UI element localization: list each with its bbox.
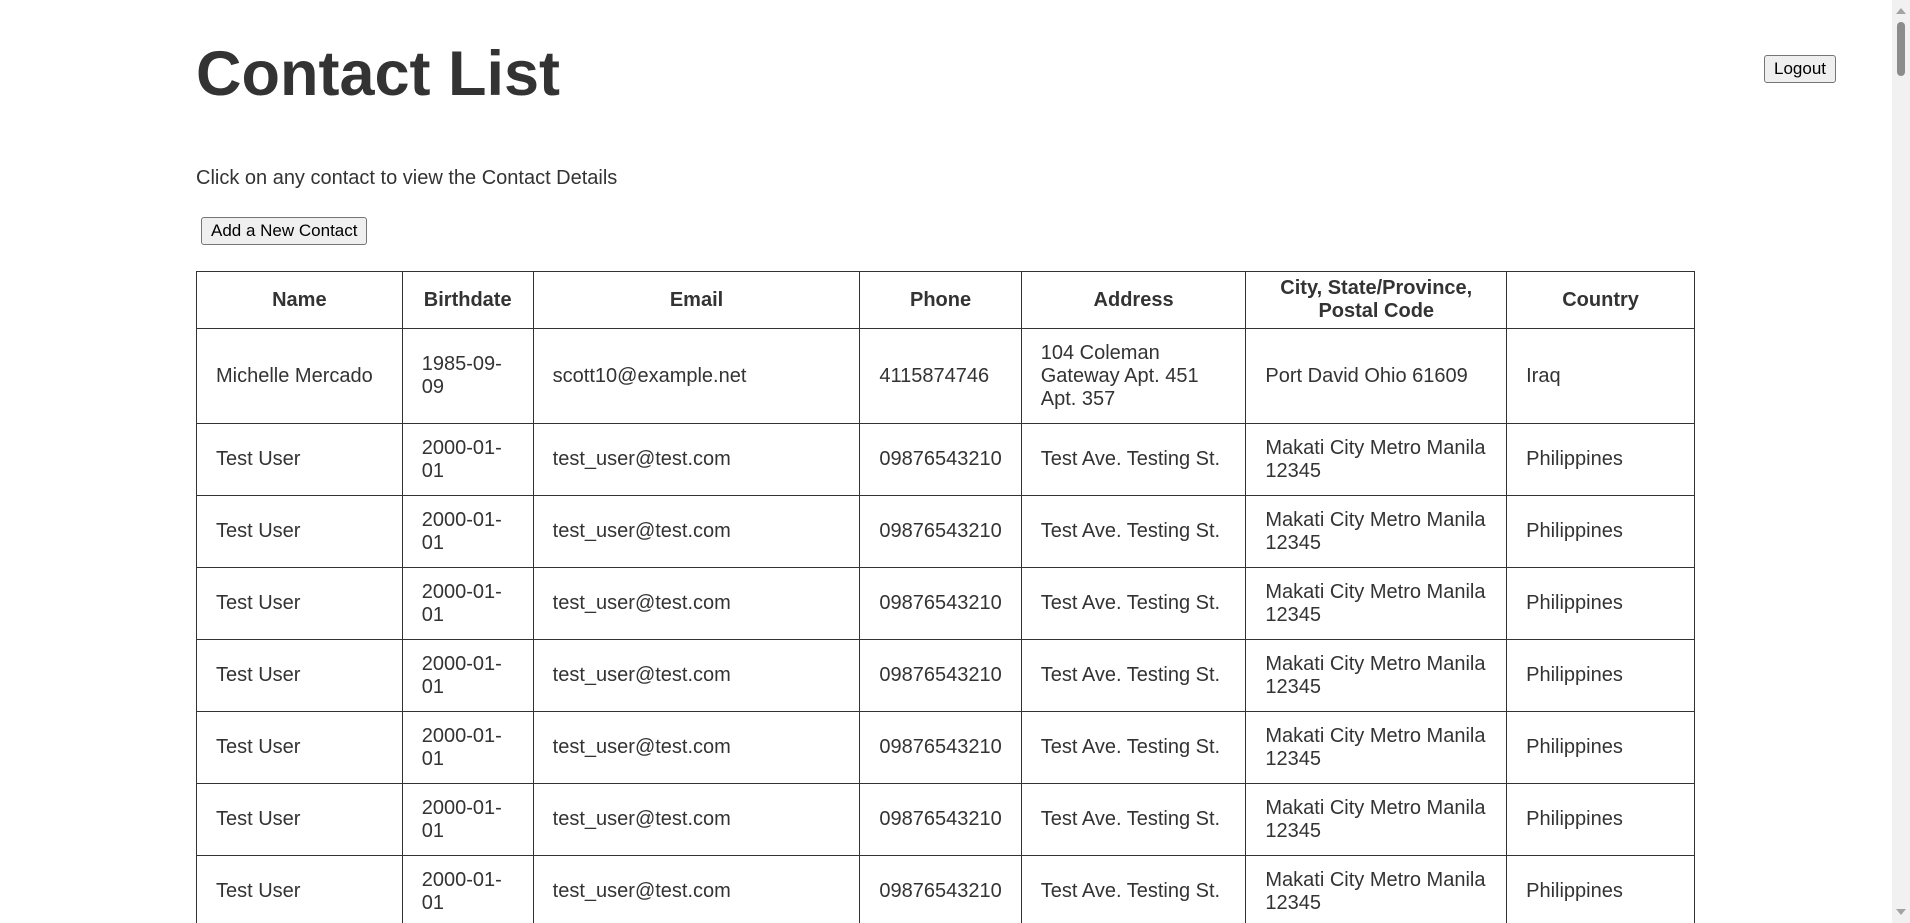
table-row[interactable]: Test User 2000-01-01 test_user@test.com 098…: [196, 639, 1695, 712]
column-header-birthdate: Birthdate: [401, 271, 534, 329]
cell-birthdate: 2000-01-01: [401, 423, 534, 496]
column-header-phone: Phone: [859, 271, 1022, 329]
cell-country: Philippines: [1506, 639, 1695, 712]
column-header-city-state-postal: City, State/Province, Postal Code: [1245, 271, 1508, 329]
table-row[interactable]: Test User 2000-01-01 test_user@test.com 098…: [196, 495, 1695, 568]
cell-email: test_user@test.com: [532, 423, 861, 496]
cell-email: test_user@test.com: [532, 711, 861, 784]
header: Contact List Logout: [196, 38, 1836, 118]
cell-birthdate: 2000-01-01: [401, 495, 534, 568]
cell-address: Test Ave. Testing St.: [1020, 783, 1247, 856]
cell-country: Philippines: [1506, 711, 1695, 784]
cell-country: Philippines: [1506, 567, 1695, 640]
scroll-up-arrow-icon[interactable]: [1896, 8, 1906, 14]
cell-phone: 09876543210: [859, 711, 1022, 784]
table-row[interactable]: Test User 2000-01-01 test_user@test.com 098…: [196, 855, 1695, 923]
cell-city-state-postal: Port David Ohio 61609: [1245, 328, 1508, 424]
cell-email: test_user@test.com: [532, 783, 861, 856]
cell-phone: 09876543210: [859, 423, 1022, 496]
page-title: Contact List: [196, 39, 561, 109]
cell-birthdate: 2000-01-01: [401, 855, 534, 923]
header-row: Name Birthdate Email Phone Address City,…: [196, 271, 1695, 329]
cell-country: Philippines: [1506, 423, 1695, 496]
cell-birthdate: 2000-01-01: [401, 639, 534, 712]
scroll-down-arrow-icon[interactable]: [1896, 909, 1906, 915]
cell-address: Test Ave. Testing St.: [1020, 711, 1247, 784]
cell-address: 104 Coleman Gateway Apt. 451 Apt. 357: [1020, 328, 1247, 424]
cell-city-state-postal: Makati City Metro Manila 12345: [1245, 495, 1508, 568]
cell-email: test_user@test.com: [532, 567, 861, 640]
cell-name: Michelle Mercado: [196, 328, 403, 424]
cell-name: Test User: [196, 423, 403, 496]
page: Contact List Logout Click on any contact…: [0, 0, 1910, 923]
cell-birthdate: 2000-01-01: [401, 567, 534, 640]
column-header-name: Name: [196, 271, 403, 329]
column-header-address: Address: [1020, 271, 1247, 329]
cell-email: test_user@test.com: [532, 495, 861, 568]
logout-button[interactable]: Logout: [1764, 55, 1836, 83]
table-row[interactable]: Test User 2000-01-01 test_user@test.com 098…: [196, 711, 1695, 784]
table-row[interactable]: Test User 2000-01-01 test_user@test.com 098…: [196, 567, 1695, 640]
cell-city-state-postal: Makati City Metro Manila 12345: [1245, 783, 1508, 856]
cell-phone: 09876543210: [859, 855, 1022, 923]
cell-address: Test Ave. Testing St.: [1020, 495, 1247, 568]
cell-phone: 4115874746: [859, 328, 1022, 424]
cell-phone: 09876543210: [859, 495, 1022, 568]
cell-address: Test Ave. Testing St.: [1020, 639, 1247, 712]
cell-birthdate: 2000-01-01: [401, 783, 534, 856]
cell-name: Test User: [196, 711, 403, 784]
cell-phone: 09876543210: [859, 567, 1022, 640]
table-header: Name Birthdate Email Phone Address City,…: [196, 271, 1695, 329]
table-row[interactable]: Test User 2000-01-01 test_user@test.com 098…: [196, 423, 1695, 496]
table-row[interactable]: Test User 2000-01-01 test_user@test.com 098…: [196, 783, 1695, 856]
cell-address: Test Ave. Testing St.: [1020, 567, 1247, 640]
cell-address: Test Ave. Testing St.: [1020, 423, 1247, 496]
table-row[interactable]: Michelle Mercado 1985-09-09 scott10@exampl…: [196, 328, 1695, 424]
cell-birthdate: 2000-01-01: [401, 711, 534, 784]
cell-address: Test Ave. Testing St.: [1020, 855, 1247, 923]
cell-email: scott10@example.net: [532, 328, 861, 424]
cell-email: test_user@test.com: [532, 855, 861, 923]
cell-phone: 09876543210: [859, 783, 1022, 856]
cell-city-state-postal: Makati City Metro Manila 12345: [1245, 639, 1508, 712]
contact-table: Name Birthdate Email Phone Address City,…: [196, 271, 1695, 923]
cell-birthdate: 1985-09-09: [401, 328, 534, 424]
cell-country: Iraq: [1506, 328, 1695, 424]
scroll-thumb[interactable]: [1897, 22, 1905, 76]
cell-name: Test User: [196, 567, 403, 640]
cell-country: Philippines: [1506, 855, 1695, 923]
cell-city-state-postal: Makati City Metro Manila 12345: [1245, 567, 1508, 640]
add-contact-button[interactable]: Add a New Contact: [201, 217, 368, 245]
cell-name: Test User: [196, 639, 403, 712]
cell-phone: 09876543210: [859, 639, 1022, 712]
cell-city-state-postal: Makati City Metro Manila 12345: [1245, 855, 1508, 923]
table-body: Michelle Mercado 1985-09-09 scott10@exampl…: [196, 328, 1695, 923]
cell-city-state-postal: Makati City Metro Manila 12345: [1245, 711, 1508, 784]
cell-name: Test User: [196, 855, 403, 923]
cell-country: Philippines: [1506, 783, 1695, 856]
cell-country: Philippines: [1506, 495, 1695, 568]
cell-name: Test User: [196, 783, 403, 856]
vertical-scrollbar[interactable]: [1892, 0, 1910, 923]
cell-name: Test User: [196, 495, 403, 568]
column-header-country: Country: [1506, 271, 1695, 329]
cell-city-state-postal: Makati City Metro Manila 12345: [1245, 423, 1508, 496]
column-header-email: Email: [532, 271, 861, 329]
instructions-text: Click on any contact to view the Contact…: [196, 167, 618, 189]
cell-email: test_user@test.com: [532, 639, 861, 712]
